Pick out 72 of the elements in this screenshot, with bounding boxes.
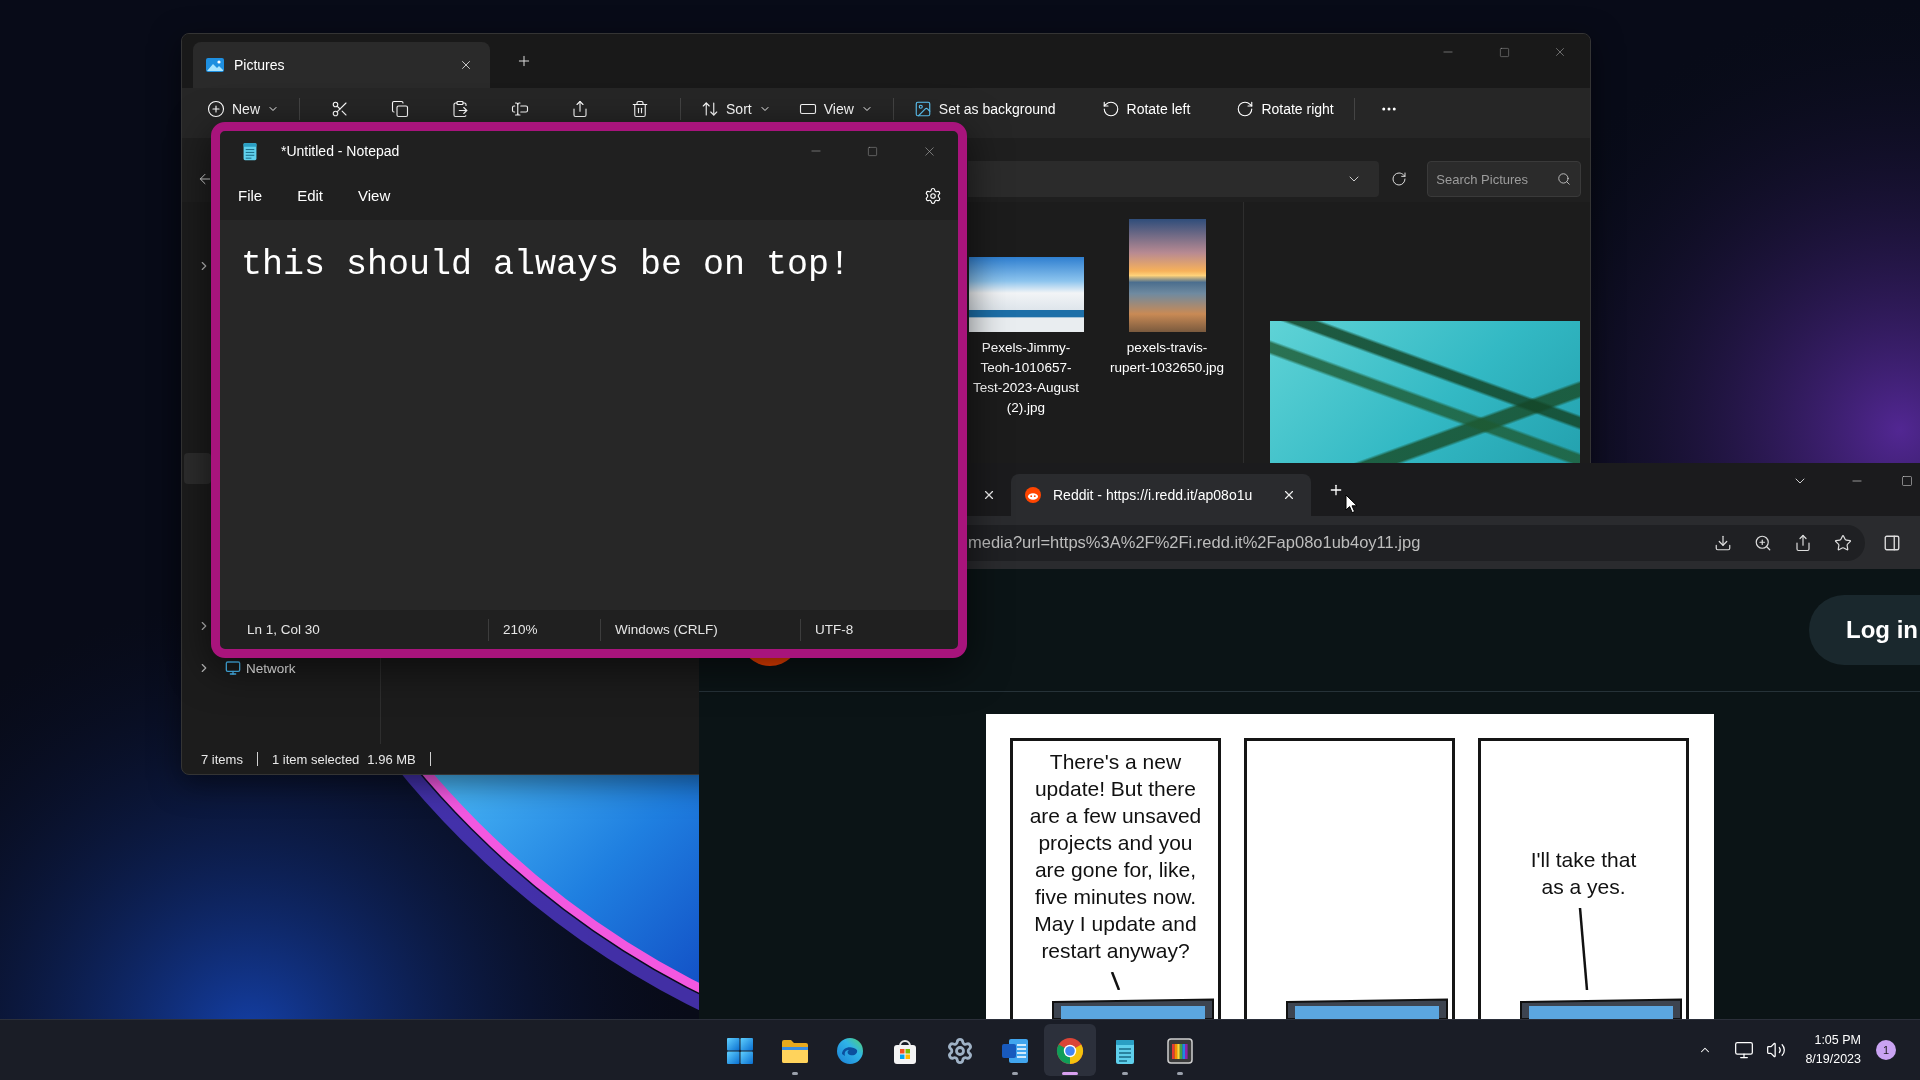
window-tab[interactable]: Pictures (193, 42, 490, 88)
monitor-icon[interactable] (1734, 1040, 1755, 1060)
view-button[interactable]: View (790, 97, 881, 121)
gear-icon (946, 1037, 974, 1065)
shopping-bag-icon (891, 1037, 919, 1065)
address-field[interactable]: media?url=https%3A%2F%2Fi.redd.it%2Fap08o1ub4oy11.jpg (967, 524, 1865, 561)
status-text: Ln 1, Col 30 (247, 622, 320, 637)
menu-item[interactable]: File (228, 181, 273, 210)
login-button[interactable]: Log in (1809, 595, 1920, 665)
swirl-circle-icon (836, 1037, 864, 1065)
document-icon (1001, 1037, 1029, 1065)
status-text: Windows (CRLF) (615, 622, 718, 637)
file-name[interactable]: Pexels-Jimmy-Teoh-1010657-Test-2023-August (2).jpg (967, 338, 1085, 418)
sort-button[interactable]: Sort (693, 97, 779, 121)
toolbar-button[interactable]: Set as background (905, 97, 1064, 121)
speech-text: There's a new update! But there are a few unsaved projects and you are gone for, like, five minutes now. May I update and restart anyway? (1029, 749, 1202, 964)
side-panel-icon[interactable] (1883, 533, 1901, 552)
file-name[interactable]: pexels-travis-rupert-1032650.jpg (1108, 338, 1226, 378)
copy-icon[interactable] (391, 100, 409, 118)
color-bars-icon (1166, 1037, 1194, 1065)
status-text: 1.96 MB (367, 751, 416, 767)
scissors-icon[interactable] (331, 100, 349, 118)
text-editor-field[interactable]: this should always be on top! (220, 220, 958, 610)
address-field[interactable] (967, 161, 1380, 197)
notification-badge: 1 (1876, 1040, 1896, 1060)
menu-item[interactable]: View (348, 181, 401, 210)
close-icon[interactable] (982, 488, 996, 502)
window-title: *Untitled - Notepad (281, 143, 400, 159)
speaker-icon[interactable] (1766, 1040, 1787, 1060)
speech-text: I'll take that as a yes. (1530, 847, 1637, 900)
toolbar-button[interactable]: Rotate left (1093, 97, 1199, 121)
status-text: 210% (503, 622, 538, 637)
clipboard-icon[interactable] (451, 100, 469, 118)
new-button[interactable]: New (199, 97, 287, 121)
photo-thumbnail[interactable] (968, 257, 1084, 332)
tricolor-circle-icon (1056, 1037, 1084, 1065)
folder-icon (781, 1037, 809, 1065)
plus-icon[interactable] (516, 53, 532, 69)
clock-button[interactable]: 1:05 PM 8/19/2023 (1805, 1031, 1861, 1069)
monitor-icon (225, 660, 241, 676)
maximize-icon[interactable] (1901, 475, 1913, 487)
favicon-icon (1025, 487, 1041, 503)
status-text: UTF-8 (815, 622, 854, 637)
text-cursor-icon[interactable] (511, 100, 529, 118)
status-text: 7 items (201, 751, 243, 767)
picture-icon (206, 58, 224, 72)
photo-thumbnail[interactable] (1128, 219, 1206, 332)
search-field[interactable]: Search Pictures (1427, 161, 1581, 197)
download-icon[interactable] (1714, 533, 1732, 552)
zoom-in-icon[interactable] (1754, 533, 1772, 552)
status-text: 1 item selected (271, 751, 360, 767)
share-icon[interactable] (571, 100, 589, 118)
rotate-right-icon (1236, 100, 1255, 118)
close-icon[interactable] (459, 58, 473, 72)
share-icon[interactable] (1794, 533, 1812, 552)
taskbar-button[interactable] (1044, 1024, 1096, 1076)
plus-circle-icon (207, 100, 225, 118)
sort-arrows-icon (701, 100, 719, 118)
refresh-icon[interactable] (1391, 171, 1408, 187)
mouse-pointer-icon (1345, 494, 1358, 514)
settings-icon[interactable] (924, 186, 942, 205)
menu-item[interactable]: Edit (287, 181, 334, 210)
close-icon[interactable] (1282, 488, 1296, 502)
trash-icon[interactable] (631, 100, 649, 118)
browser-tab[interactable]: Reddit - https://i.redd.it/ap08o1u (1011, 474, 1311, 516)
start-icon (726, 1037, 754, 1065)
toolbar-button[interactable]: Rotate right (1228, 97, 1342, 121)
nav-item[interactable]: Network (184, 659, 296, 677)
search-icon[interactable] (1557, 172, 1571, 186)
rotate-left-icon (1101, 100, 1120, 118)
picture-icon (913, 100, 932, 118)
star-icon[interactable] (1834, 533, 1852, 552)
